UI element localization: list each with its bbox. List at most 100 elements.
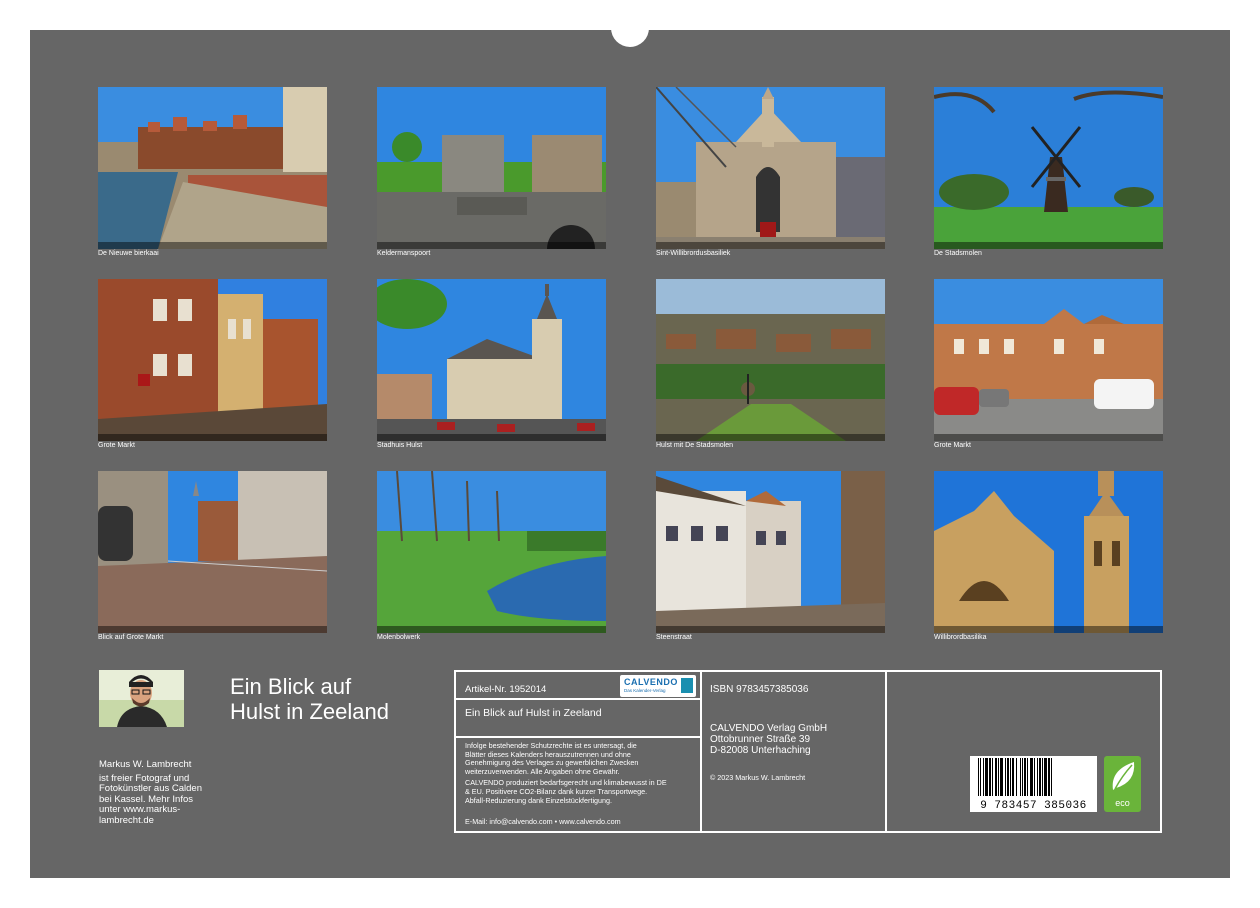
barcode-bar bbox=[1020, 758, 1021, 796]
barcode-digits: 9 783457 385036 bbox=[980, 800, 1087, 812]
leaf-icon bbox=[1112, 762, 1135, 790]
logo-mark-icon bbox=[681, 678, 693, 693]
photo-basilica-tower bbox=[934, 471, 1163, 633]
barcode-bar bbox=[1016, 758, 1017, 796]
barcode-bar bbox=[989, 758, 991, 796]
barcode-bar bbox=[1034, 758, 1035, 796]
barcode-bar bbox=[1044, 758, 1047, 796]
date-strip bbox=[377, 434, 606, 441]
date-strip bbox=[656, 626, 885, 633]
photo-cobble-street bbox=[98, 471, 327, 633]
photo-town-hall bbox=[377, 279, 606, 441]
date-strip bbox=[934, 434, 1163, 441]
barcode-bar bbox=[1007, 758, 1009, 796]
barcode-bar bbox=[1048, 758, 1050, 796]
date-strip bbox=[98, 242, 327, 249]
eco-badge: eco bbox=[1104, 756, 1141, 812]
date-strip bbox=[377, 242, 606, 249]
photo-caption: Steenstraat bbox=[656, 634, 692, 641]
photo-caption: Grote Markt bbox=[934, 442, 971, 449]
barcode-bar bbox=[1024, 758, 1026, 796]
legal-line: Abfall-Reduzierung dank Einzelstückferti… bbox=[465, 795, 613, 805]
title-line-1: Ein Blick auf bbox=[230, 674, 352, 699]
photo-steenstraat bbox=[656, 471, 885, 633]
address-line: CALVENDO Verlag GmbH bbox=[710, 723, 828, 734]
photo-city-gate bbox=[377, 87, 606, 249]
photo-market-cars bbox=[934, 279, 1163, 441]
date-strip bbox=[934, 626, 1163, 633]
date-strip bbox=[656, 434, 885, 441]
barcode-bar bbox=[980, 758, 981, 796]
photo-image bbox=[377, 279, 606, 441]
publisher-address: CALVENDO Verlag GmbH Ottobrunner Straße … bbox=[710, 723, 827, 756]
barcode-bar bbox=[998, 758, 999, 796]
eco-label: eco bbox=[1115, 798, 1130, 808]
photo-caption: Molenbolwerk bbox=[377, 634, 421, 641]
photo-caption: Stadhuis Hulst bbox=[377, 442, 423, 449]
barcode-bar bbox=[1037, 758, 1038, 796]
logo-text: CALVENDO bbox=[624, 677, 678, 687]
barcode-bar bbox=[1030, 758, 1033, 796]
photo-image bbox=[934, 471, 1163, 633]
divider bbox=[456, 736, 700, 738]
photo-caption: Keldermanspoort bbox=[377, 250, 431, 257]
barcode-bar bbox=[1027, 758, 1028, 796]
address-line: Ottobrunner Straße 39 bbox=[710, 734, 811, 745]
legal-notice: Infolge bestehender Schutzrechte ist es … bbox=[465, 741, 695, 805]
photo-caption: Blick auf Grote Markt bbox=[98, 634, 164, 641]
article-number: Artikel-Nr. 1952014 bbox=[465, 684, 547, 695]
photo-image bbox=[98, 87, 327, 249]
photo-image bbox=[377, 471, 606, 633]
author-bio-2: Fotokünstler aus Calden bbox=[99, 783, 202, 794]
photo-image bbox=[656, 87, 885, 249]
author-bio-5: lambrecht.de bbox=[99, 814, 154, 826]
contact-line: E-Mail: info@calvendo.com • www.calvendo… bbox=[465, 817, 621, 826]
photo-caption: Sint-Willibrordusbasiliek bbox=[656, 250, 731, 257]
date-strip bbox=[377, 626, 606, 633]
photo-image bbox=[98, 471, 327, 633]
legal-line: weiterzuverwenden. Alle Angaben ohne Gew… bbox=[465, 766, 620, 776]
author-block: Markus W. Lambrecht ist freier Fotograf … bbox=[99, 759, 219, 826]
isbn: ISBN 9783457385036 bbox=[710, 684, 809, 695]
photo-windmill bbox=[934, 87, 1163, 249]
photo-caption: Grote Markt bbox=[98, 442, 135, 449]
copyright: © 2023 Markus W. Lambrecht bbox=[710, 773, 806, 782]
barcode-bar bbox=[1022, 758, 1023, 796]
divider bbox=[700, 672, 702, 831]
barcode-bar bbox=[1042, 758, 1043, 796]
barcode-bar bbox=[992, 758, 993, 796]
photo-aerial bbox=[656, 279, 885, 441]
isbn-barcode: 9 783457 385036 bbox=[970, 756, 1097, 812]
barcode-bar bbox=[1010, 758, 1011, 796]
photo-image bbox=[377, 87, 606, 249]
author-portrait bbox=[99, 670, 184, 727]
photo-caption: Hulst mit De Stadsmolen bbox=[656, 442, 734, 449]
divider bbox=[885, 672, 887, 831]
calvendo-logo: CALVENDO Das Kalender-Verlag bbox=[620, 675, 696, 697]
date-strip bbox=[98, 434, 327, 441]
barcode-bar bbox=[1012, 758, 1014, 796]
barcode-bar bbox=[983, 758, 984, 796]
photo-image bbox=[98, 279, 327, 441]
photo-image bbox=[656, 471, 885, 633]
barcode-bar bbox=[1005, 758, 1006, 796]
photo-image bbox=[656, 279, 885, 441]
barcode-bar bbox=[978, 758, 979, 796]
divider bbox=[456, 698, 700, 700]
barcode-bar bbox=[985, 758, 988, 796]
photo-basilica-front bbox=[656, 87, 885, 249]
product-title: Ein Blick auf Hulst in Zeeland bbox=[465, 707, 602, 719]
calendar-title: Ein Blick auf Hulst in Zeeland bbox=[230, 674, 450, 724]
author-name: Markus W. Lambrecht bbox=[99, 759, 192, 770]
barcode-bar bbox=[1039, 758, 1041, 796]
address-line: D-82008 Unterhaching bbox=[710, 745, 811, 756]
author-bio-4: unter www.markus- bbox=[99, 804, 181, 815]
date-strip bbox=[656, 242, 885, 249]
photo-caption: De Stadsmolen bbox=[934, 250, 982, 257]
barcode-bar bbox=[1000, 758, 1003, 796]
barcode-bar bbox=[995, 758, 997, 796]
title-line-2: Hulst in Zeeland bbox=[230, 699, 389, 724]
date-strip bbox=[98, 626, 327, 633]
photo-bastion-moat bbox=[377, 471, 606, 633]
photo-market-street bbox=[98, 279, 327, 441]
